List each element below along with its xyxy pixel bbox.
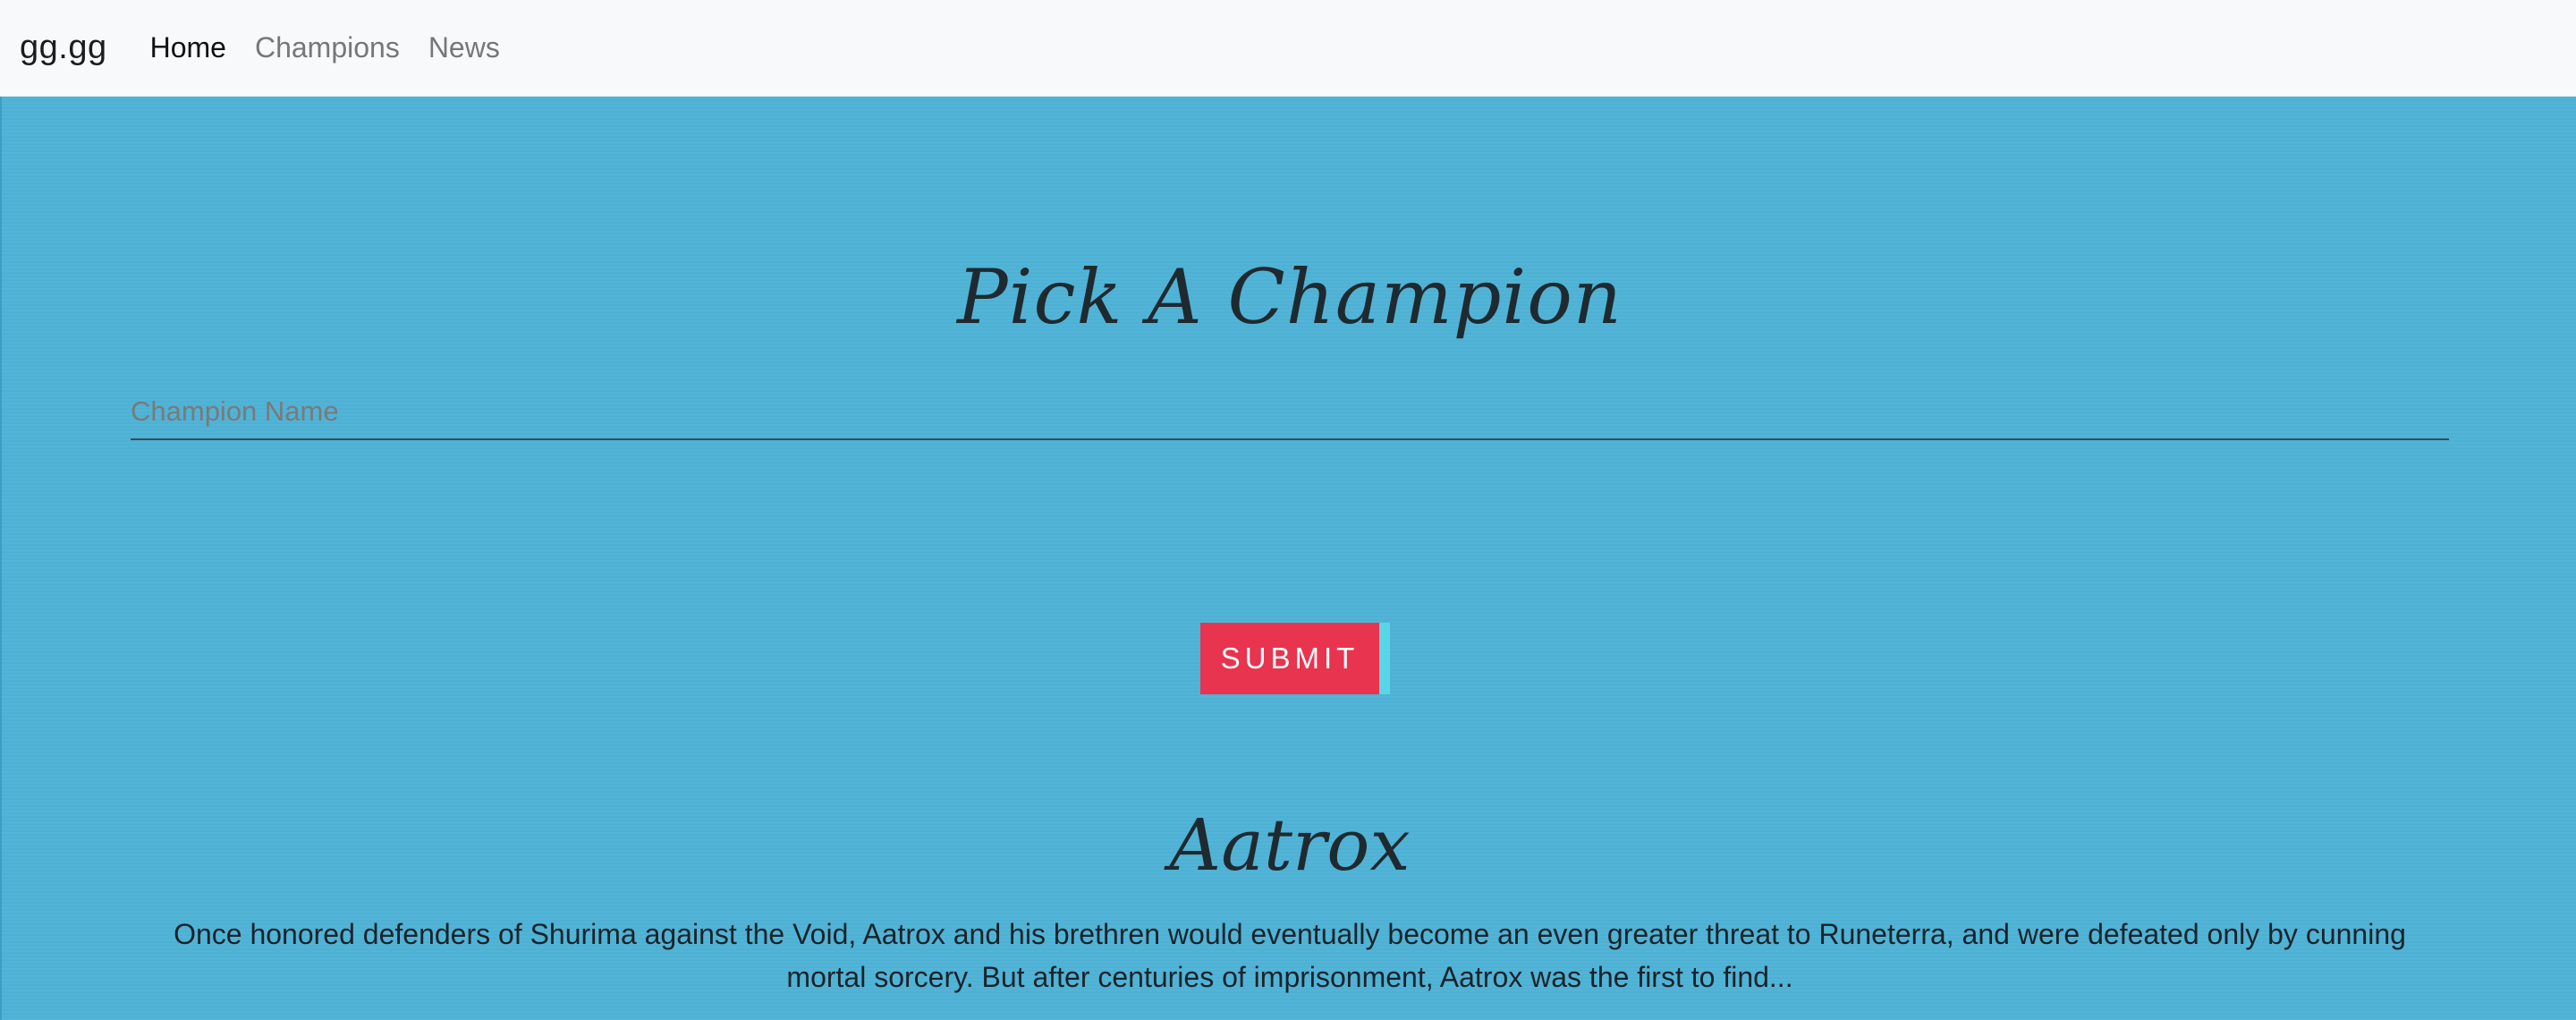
- nav-link-home[interactable]: Home: [150, 31, 226, 64]
- hero-section: Pick A Champion Submit Aatrox Once honor…: [0, 97, 2576, 1020]
- top-navbar: gg.gg Home Champions News: [0, 0, 2576, 97]
- nav-links: Home Champions News: [150, 31, 500, 64]
- champion-name: Aatrox: [1169, 803, 1411, 887]
- submit-button[interactable]: Submit: [1200, 623, 1379, 694]
- champion-name-input[interactable]: [131, 385, 2449, 440]
- submit-button-group: Submit: [1200, 623, 1390, 694]
- page-title: Pick A Champion: [957, 253, 1623, 341]
- champion-lore: Once honored defenders of Shurima agains…: [174, 918, 2406, 993]
- submit-accent-bar: [1379, 623, 1390, 694]
- brand-logo-link[interactable]: gg.gg: [20, 29, 107, 67]
- nav-link-news[interactable]: News: [428, 31, 500, 64]
- nav-link-champions[interactable]: Champions: [255, 31, 400, 64]
